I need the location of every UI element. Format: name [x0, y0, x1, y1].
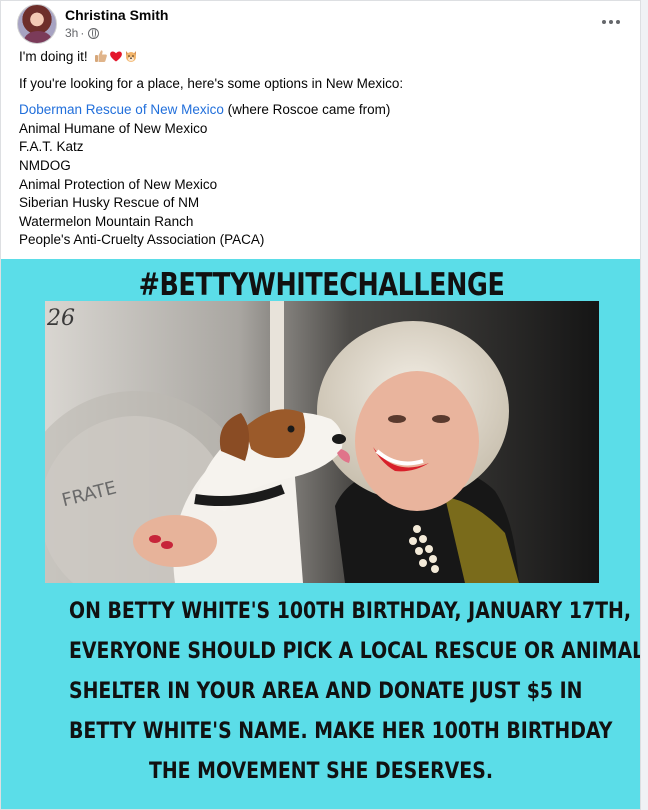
option-item: People's Anti-Cruelty Association (PACA): [19, 232, 265, 248]
option-item: Animal Protection of New Mexico: [19, 176, 218, 192]
caption-line: THE MOVEMENT SHE DESERVES.: [148, 758, 494, 784]
post-line-1: I'm doing it!: [19, 48, 619, 67]
challenge-caption: ON BETTY WHITE'S 100TH BIRTHDAY, JANUARY…: [69, 591, 641, 791]
post-line-1-text: I'm doing it!: [19, 49, 88, 64]
betty-white-dog-photo: 26 FRATE: [45, 301, 599, 583]
doberman-rescue-note: (where Roscoe came from): [223, 102, 391, 118]
caption-line: ON BETTY WHITE'S 100TH BIRTHDAY, JANUARY…: [69, 598, 632, 624]
post-image[interactable]: #BETTYWHITECHALLENGE 26 FRATE ON BETTY W…: [1, 259, 641, 809]
emoji-group: [94, 49, 138, 63]
option-item: Animal Humane of New Mexico: [19, 120, 208, 136]
option-item: Watermelon Mountain Ranch: [19, 213, 194, 229]
more-options-icon[interactable]: [599, 14, 623, 30]
option-item: Siberian Husky Rescue of NM: [19, 195, 200, 211]
post-text: I'm doing it! If you're looking for a pl…: [19, 48, 619, 250]
caption-line: SHELTER IN YOUR AREA AND DONATE JUST $5 …: [69, 678, 583, 704]
post-header: Christina Smith 3h ·: [17, 4, 627, 44]
photo-sign-text: 26: [46, 306, 75, 331]
facebook-post: Christina Smith 3h · I'm doing it! If yo…: [0, 0, 641, 810]
option-item: NMDOG: [19, 157, 71, 173]
author-name[interactable]: Christina Smith: [65, 7, 168, 23]
doberman-rescue-link[interactable]: Doberman Rescue of New Mexico: [19, 102, 224, 117]
dog-face-emoji: [126, 51, 137, 62]
options-intro: If you're looking for a place, here's so…: [19, 75, 404, 91]
thumbs-up-emoji: [95, 50, 108, 62]
option-item: F.A.T. Katz: [19, 139, 84, 155]
meta-separator: ·: [80, 26, 85, 40]
red-heart-emoji: [110, 51, 123, 62]
caption-line: EVERYONE SHOULD PICK A LOCAL RESCUE OR A…: [69, 638, 641, 664]
caption-line: BETTY WHITE'S NAME. MAKE HER 100TH BIRTH…: [69, 718, 613, 744]
photo-illustration: 26 FRATE: [45, 301, 599, 583]
globe-icon: [88, 27, 100, 39]
challenge-title: #BETTYWHITECHALLENGE: [138, 267, 505, 303]
option-item-1: Doberman Rescue of New Mexico (where Ros…: [19, 101, 619, 120]
avatar[interactable]: [17, 4, 57, 44]
post-timestamp[interactable]: 3h: [65, 26, 78, 40]
post-meta: 3h ·: [65, 26, 100, 40]
